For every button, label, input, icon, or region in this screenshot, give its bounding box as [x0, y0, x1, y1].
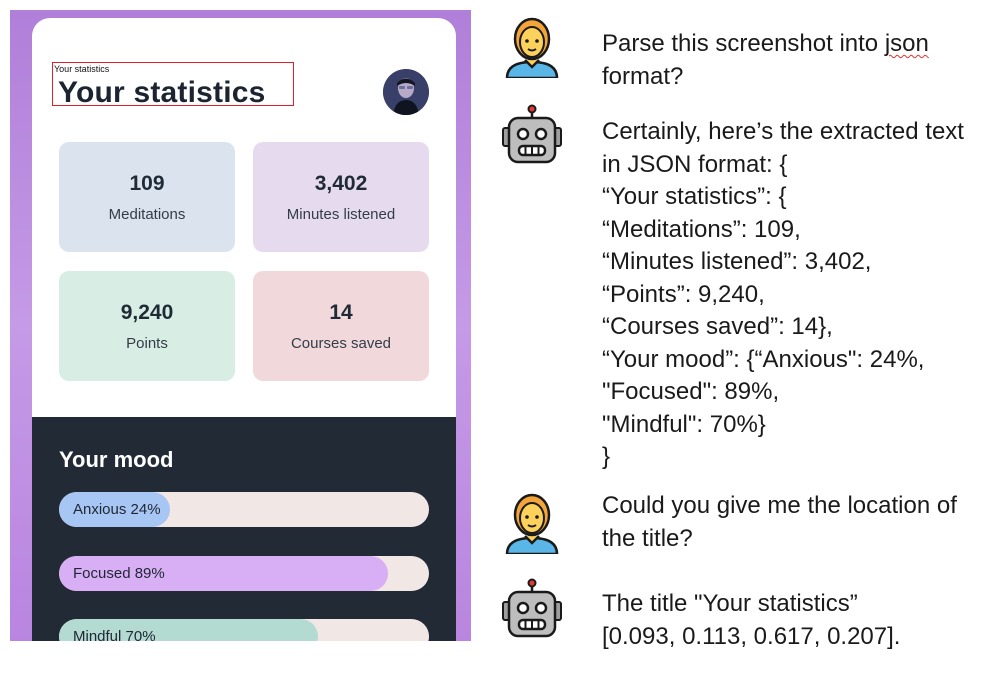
stat-value: 109 [129, 171, 165, 195]
stat-label: Points [126, 334, 168, 352]
message-text: Parse this screenshot into json [602, 30, 929, 57]
person-emoji-icon [505, 17, 559, 78]
stat-card-courses-saved[interactable]: 14 Courses saved [253, 271, 429, 381]
message-line: in JSON format: { [602, 150, 788, 178]
message-line: Parse this screenshot into json [602, 28, 982, 61]
app-screenshot: Your statistics Your statistics 109 Medi… [10, 10, 471, 641]
bot-message-1: Certainly, here’s the extracted text in … [602, 116, 982, 474]
mood-bar-mindful[interactable]: Mindful 70% [59, 619, 429, 641]
stat-value: 14 [329, 300, 353, 324]
message-line: “Your mood”: {“Anxious": 24%, [602, 345, 925, 373]
stat-card-minutes-listened[interactable]: 3,402 Minutes listened [253, 142, 429, 252]
statistics-card: Your statistics Your statistics 109 Medi… [32, 18, 456, 641]
mood-bar-fill: Mindful 70% [59, 619, 318, 641]
bot-message-2: The title "Your statistics” [0.093, 0.11… [602, 588, 982, 653]
message-line: “Points”: 9,240, [602, 280, 765, 308]
stat-label: Meditations [108, 205, 186, 223]
box-label: Your statistics [54, 64, 110, 74]
page-title: Your statistics [58, 76, 266, 109]
user-message-1: Parse this screenshot into json format? [602, 28, 982, 93]
stat-value: 9,240 [120, 300, 174, 324]
person-emoji-icon [505, 493, 559, 554]
mood-section: Your mood Anxious 24% Focused 89% Mindfu… [32, 417, 456, 641]
message-line: format? [602, 62, 684, 90]
stat-label: Courses saved [290, 334, 392, 352]
message-line: [0.093, 0.113, 0.617, 0.207]. [602, 622, 901, 650]
avatar-photo [383, 69, 429, 115]
mood-bar-anxious[interactable]: Anxious 24% [59, 492, 429, 527]
mood-bar-label: Anxious 24% [73, 501, 161, 518]
mood-bar-focused[interactable]: Focused 89% [59, 556, 429, 591]
stat-label: Minutes listened [286, 205, 396, 223]
stat-card-meditations[interactable]: 109 Meditations [59, 142, 235, 252]
mood-bar-label: Focused 89% [73, 565, 165, 582]
avatar[interactable] [383, 69, 429, 115]
message-line: “Your statistics”: { [602, 183, 787, 210]
message-line: “Meditations”: 109, [602, 215, 801, 243]
message-line: “Courses saved”: 14}, [602, 313, 833, 340]
message-line: the title? [602, 524, 693, 552]
stat-value: 3,402 [314, 171, 368, 195]
user-message-2: Could you give me the location of the ti… [602, 490, 982, 555]
message-line: "Mindful": 70%} [602, 410, 766, 438]
message-line: Could you give me the location of [602, 492, 957, 519]
message-line: The title "Your statistics” [602, 590, 858, 617]
message-line: Certainly, here’s the extracted text [602, 118, 964, 145]
stat-card-points[interactable]: 9,240 Points [59, 271, 235, 381]
message-line: "Focused": 89%, [602, 378, 780, 405]
mood-bar-fill: Anxious 24% [59, 492, 170, 527]
spellcheck-word: json [884, 30, 929, 57]
mood-bar-label: Mindful 70% [73, 628, 156, 641]
message-line: } [602, 443, 611, 470]
message-line: “Minutes listened”: 3,402, [602, 248, 872, 275]
mood-title: Your mood [59, 447, 174, 472]
robot-emoji-icon [502, 578, 562, 638]
robot-emoji-icon [502, 104, 562, 164]
mood-bar-fill: Focused 89% [59, 556, 389, 591]
